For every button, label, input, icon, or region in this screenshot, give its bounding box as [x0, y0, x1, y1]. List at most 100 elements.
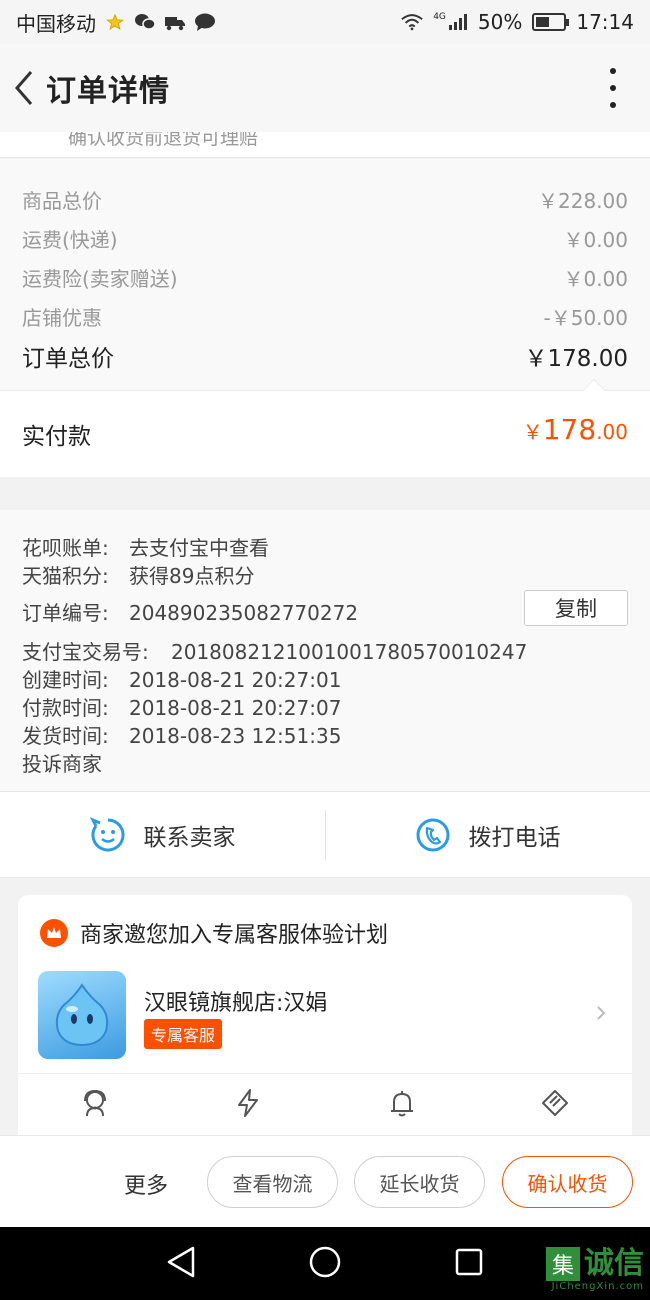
recents-square-icon[interactable]: [454, 1245, 484, 1279]
price-summary: 商品总价 ￥228.00 运费(快递) ￥0.00 运费险(卖家赠送) ￥0.0…: [0, 159, 650, 477]
contact-row: 联系卖家 拨打电话: [0, 792, 650, 878]
more-dot-icon: [610, 85, 616, 91]
wifi-icon: [401, 14, 423, 31]
star-icon: [106, 13, 124, 31]
paid-decimal: .00: [596, 420, 628, 444]
call-phone-label: 拨打电话: [468, 825, 561, 851]
coupon-icon[interactable]: [537, 1085, 573, 1121]
price-row-insurance: 运费险(卖家赠送) ￥0.00: [22, 263, 628, 292]
service-header: 商家邀您加入专属客服体验计划: [40, 917, 388, 949]
system-nav-bar: 集 诚信 JiChengXin.com: [0, 1227, 650, 1300]
extend-receipt-button[interactable]: 延长收货: [354, 1156, 485, 1208]
service-header-text: 商家邀您加入专属客服体验计划: [80, 923, 389, 948]
crown-icon: [40, 919, 68, 947]
contact-seller-label: 联系卖家: [143, 825, 236, 851]
alipay-row: 支付宝交易号: 2018082121001001780570010247: [22, 636, 527, 665]
exclusive-service-badge: 专属客服: [144, 1019, 223, 1049]
bell-icon[interactable]: [384, 1085, 420, 1121]
paid-time-row: 付款时间: 2018-08-21 20:27:07: [22, 692, 341, 721]
huabei-row: 花呗账单: 去支付宝中查看: [22, 532, 269, 561]
mascot-icon: [55, 983, 109, 1047]
price-label: 店铺优惠: [22, 306, 102, 330]
status-bar: 中国移动 4G 50% 17:14: [0, 0, 650, 44]
watermark-logo: 集 诚信: [546, 1247, 644, 1281]
store-name[interactable]: 汉眼镜旗舰店:汉娟: [144, 985, 327, 1017]
price-row-shipping: 运费(快递) ￥0.00: [22, 224, 628, 253]
info-value: 获得89点积分: [129, 564, 255, 588]
wechat-icon: [135, 14, 156, 30]
price-label: 运费险(卖家赠送): [22, 267, 178, 291]
paid-amount: ￥178.00: [523, 413, 628, 446]
created-row: 创建时间: 2018-08-21 20:27:01: [22, 664, 341, 693]
price-value: -￥50.00: [543, 306, 628, 330]
paid-box: 实付款 ￥178.00: [0, 378, 650, 477]
chevron-right-icon[interactable]: [596, 1005, 606, 1021]
contact-seller-button[interactable]: 联系卖家: [0, 792, 325, 878]
clock: 17:14: [576, 10, 634, 34]
headset-agent-icon[interactable]: [77, 1085, 113, 1121]
price-row-goods: 商品总价 ￥228.00: [22, 185, 628, 214]
service-invite-card: 商家邀您加入专属客服体验计划 汉眼镜旗舰店:汉娟 专属客服: [18, 895, 632, 1155]
info-value: 2018-08-21 20:27:07: [129, 696, 342, 720]
price-row-discount: 店铺优惠 -￥50.00: [22, 302, 628, 331]
price-label: 商品总价: [22, 189, 102, 213]
page-title: 订单详情: [46, 74, 170, 109]
divider: [18, 1073, 632, 1074]
paid-currency: ￥: [522, 420, 543, 444]
back-triangle-icon[interactable]: [165, 1245, 197, 1279]
info-key: 付款时间:: [22, 696, 109, 720]
service-icon-row: [18, 1085, 632, 1135]
store-avatar[interactable]: [38, 971, 126, 1059]
more-dot-icon: [610, 102, 616, 108]
price-value: ￥228.00: [538, 189, 628, 213]
points-row: 天猫积分: 获得89点积分: [22, 560, 254, 589]
battery-icon: [532, 13, 570, 31]
call-phone-button[interactable]: 拨打电话: [325, 792, 650, 878]
complaint-link[interactable]: 投诉商家: [22, 748, 102, 777]
watermark-text: 诚信: [584, 1246, 644, 1281]
view-logistics-button[interactable]: 查看物流: [207, 1156, 338, 1208]
truck-icon: [165, 17, 185, 31]
order-number: 204890235082770272: [129, 601, 359, 625]
confirm-receipt-button[interactable]: 确认收货: [502, 1156, 633, 1208]
shipped-row: 发货时间: 2018-08-23 12:51:35: [22, 720, 341, 749]
total-label: 订单总价: [22, 346, 114, 372]
watermark-box: 集: [546, 1247, 580, 1281]
watermark-subtext: JiChengXin.com: [551, 1281, 644, 1292]
chat-face-icon: [89, 817, 124, 852]
info-key: 支付宝交易号:: [22, 640, 149, 664]
total-value: ￥178.00: [524, 346, 628, 372]
battery-percent: 50%: [477, 10, 523, 34]
home-circle-icon[interactable]: [308, 1245, 342, 1279]
price-row-total: 订单总价 ￥178.00: [22, 339, 628, 373]
bottom-action-bar: 更多 查看物流 延长收货 确认收货: [0, 1135, 650, 1227]
order-info: 花呗账单: 去支付宝中查看 天猫积分: 获得89点积分 订单编号: 204890235…: [0, 510, 650, 792]
info-key: 创建时间:: [22, 668, 109, 692]
nav-bar: 订单详情: [0, 44, 650, 132]
divider: [325, 810, 326, 860]
chat-bubble-icon: [195, 13, 215, 31]
copy-button[interactable]: 复制: [524, 590, 628, 626]
info-key: 订单编号:: [22, 601, 109, 625]
more-actions-button[interactable]: 更多: [124, 1168, 168, 1200]
paid-integer: 178: [542, 413, 597, 446]
carrier-label: 中国移动: [16, 11, 96, 36]
info-key: 天猫积分:: [22, 564, 109, 588]
info-key: 发货时间:: [22, 724, 109, 748]
phone-icon: [416, 818, 449, 852]
network-type-label: 4G: [433, 12, 446, 22]
signal-icon: 4G: [433, 13, 468, 31]
back-arrow-icon: [15, 71, 33, 105]
huabei-link[interactable]: 去支付宝中查看: [129, 536, 269, 560]
info-key: 花呗账单:: [22, 536, 109, 560]
back-button[interactable]: [2, 58, 46, 118]
order-number-row: 订单编号: 204890235082770272: [22, 597, 358, 626]
lightning-icon[interactable]: [230, 1085, 266, 1121]
paid-label: 实付款: [22, 424, 91, 450]
info-value: 2018-08-21 20:27:01: [129, 668, 342, 692]
price-value: ￥0.00: [563, 267, 628, 291]
price-label: 运费(快递): [22, 228, 118, 252]
clipped-note: 确认收货前退货可理赔: [68, 132, 259, 149]
clipped-note-strip: 确认收货前退货可理赔: [0, 132, 650, 158]
more-menu-button[interactable]: [606, 68, 620, 108]
